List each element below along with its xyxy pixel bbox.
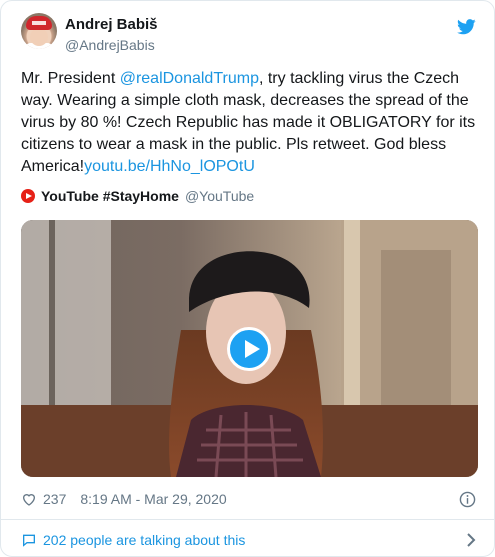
like-count: 237 — [43, 491, 67, 507]
source-handle[interactable]: @YouTube — [185, 188, 254, 204]
divider — [1, 519, 494, 520]
tweet-meta: 237 8:19 AM - Mar 29, 2020 — [21, 488, 476, 510]
author-display-name[interactable]: Andrej Babiš — [65, 16, 158, 34]
play-button[interactable] — [227, 327, 271, 371]
media-source[interactable]: YouTube #StayHome @YouTube — [21, 188, 254, 204]
heart-icon — [22, 494, 36, 506]
comment-icon — [23, 534, 35, 547]
tweet-text: Mr. President @realDonaldTrump, try tack… — [21, 68, 483, 178]
video-thumbnail[interactable] — [21, 220, 478, 477]
timestamp[interactable]: 8:19 AM - Mar 29, 2020 — [80, 491, 226, 507]
like-button[interactable]: 237 — [21, 491, 66, 507]
tweet-text-prefix: Mr. President — [21, 70, 120, 87]
author-handle[interactable]: @AndrejBabis — [65, 36, 158, 54]
tweet-header: Andrej Babiš @AndrejBabis — [21, 13, 476, 61]
source-name[interactable]: YouTube #StayHome — [41, 188, 179, 204]
info-icon[interactable] — [459, 491, 476, 508]
avatar[interactable] — [21, 13, 57, 49]
mention-link[interactable]: @realDonaldTrump — [120, 70, 259, 87]
discussion-label[interactable]: 202 people are talking about this — [43, 532, 245, 548]
youtube-icon — [21, 189, 35, 203]
avatar-cap — [26, 16, 52, 30]
discussion-link[interactable]: 202 people are talking about this — [21, 529, 476, 551]
chevron-right-icon — [467, 533, 476, 547]
avatar-face — [30, 28, 48, 46]
youtube-link[interactable]: youtu.be/HhNo_lOPOtU — [84, 158, 255, 175]
tweet-card: Andrej Babiš @AndrejBabis Mr. President … — [0, 0, 495, 557]
author-names[interactable]: Andrej Babiš @AndrejBabis — [65, 16, 158, 54]
plant-shadow — [381, 250, 451, 410]
twitter-bird-icon[interactable] — [457, 19, 476, 35]
